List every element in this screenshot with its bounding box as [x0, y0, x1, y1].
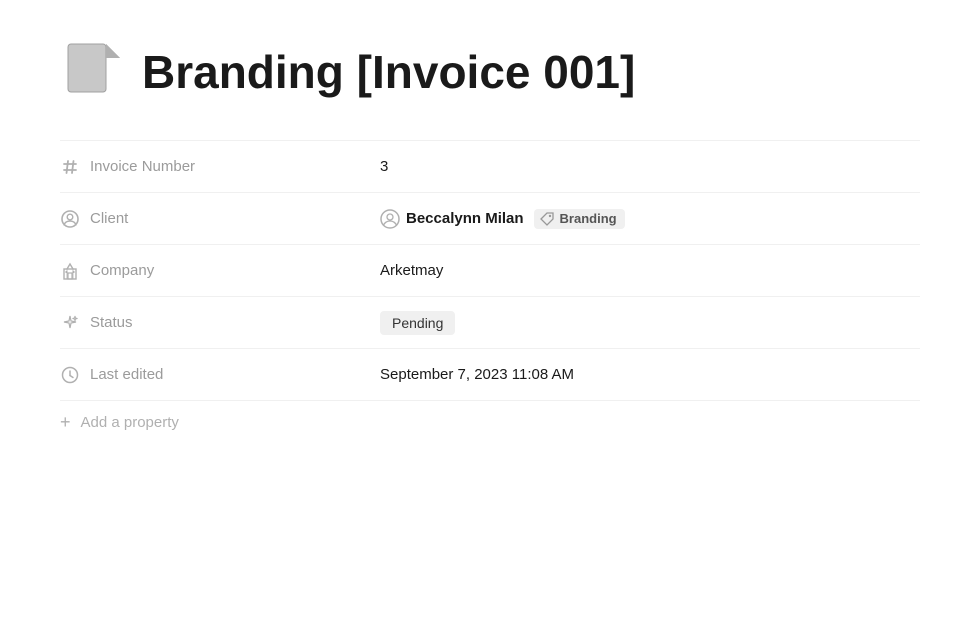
company-label: Company [60, 251, 380, 291]
client-row: Client Beccalynn Milan Branding [60, 192, 920, 244]
add-property-label: Add a property [81, 414, 179, 431]
company-value[interactable]: Arketmay [380, 252, 920, 289]
client-value[interactable]: Beccalynn Milan Branding [380, 199, 920, 239]
company-row: Company Arketmay [60, 244, 920, 296]
page-title: Branding [Invoice 001] [142, 47, 635, 98]
client-label-text: Client [90, 210, 128, 227]
clock-icon [60, 365, 80, 385]
last-edited-value: September 7, 2023 11:08 AM [380, 356, 920, 393]
last-edited-label-text: Last edited [90, 366, 163, 383]
plus-icon: + [60, 413, 71, 431]
company-label-text: Company [90, 262, 154, 279]
status-label-text: Status [90, 314, 133, 331]
hash-icon [60, 157, 80, 177]
properties-container: Invoice Number 3 Client [60, 140, 920, 443]
status-label: Status [60, 303, 380, 343]
page-header: Branding [Invoice 001] [60, 40, 920, 104]
add-property-row[interactable]: + Add a property [60, 400, 920, 443]
client-name: Beccalynn Milan [380, 209, 524, 229]
last-edited-row: Last edited September 7, 2023 11:08 AM [60, 348, 920, 400]
client-label: Client [60, 199, 380, 239]
client-tag[interactable]: Branding [534, 209, 625, 229]
invoice-number-label: Invoice Number [60, 147, 380, 187]
status-value[interactable]: Pending [380, 301, 920, 345]
document-icon [60, 40, 124, 104]
person-icon [60, 209, 80, 229]
tag-icon [539, 211, 555, 227]
last-edited-label: Last edited [60, 355, 380, 395]
client-avatar-icon [380, 209, 400, 229]
invoice-number-row: Invoice Number 3 [60, 140, 920, 192]
sparkle-icon [60, 313, 80, 333]
invoice-number-label-text: Invoice Number [90, 158, 195, 175]
status-row: Status Pending [60, 296, 920, 348]
invoice-number-value[interactable]: 3 [380, 148, 920, 185]
building-icon [60, 261, 80, 281]
status-badge[interactable]: Pending [380, 311, 455, 335]
